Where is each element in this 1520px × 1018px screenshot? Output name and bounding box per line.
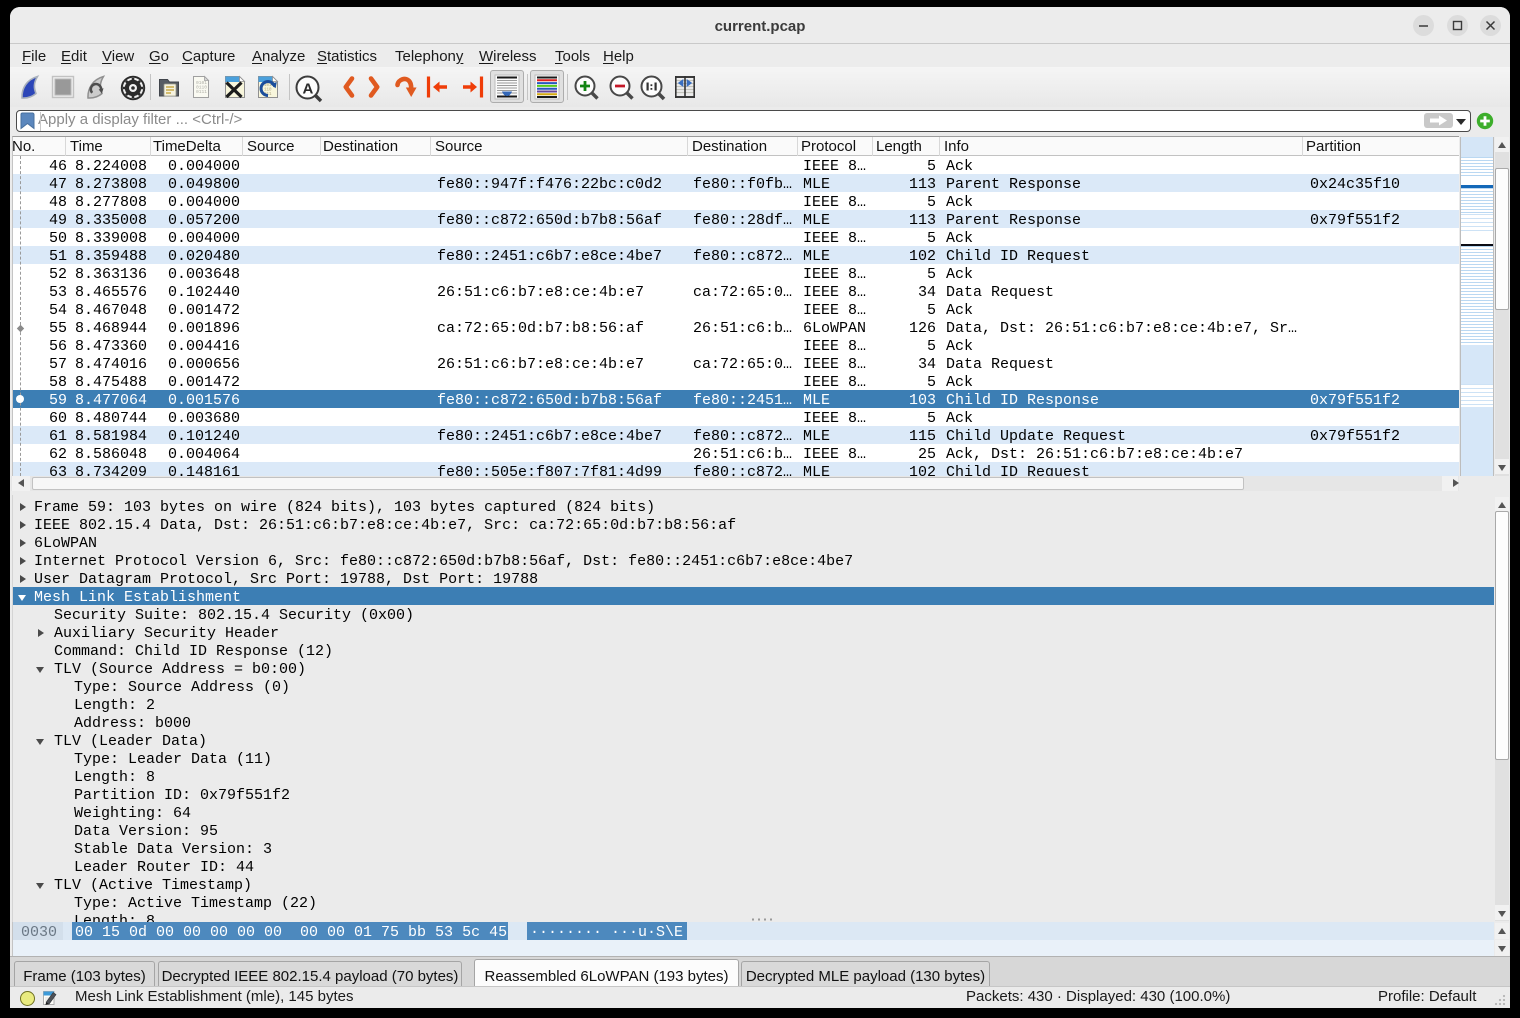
svg-text:101: 101 xyxy=(264,84,272,88)
svg-text:110: 110 xyxy=(264,89,272,93)
svg-text:0111: 0111 xyxy=(196,89,207,95)
svg-text:A: A xyxy=(303,81,314,98)
